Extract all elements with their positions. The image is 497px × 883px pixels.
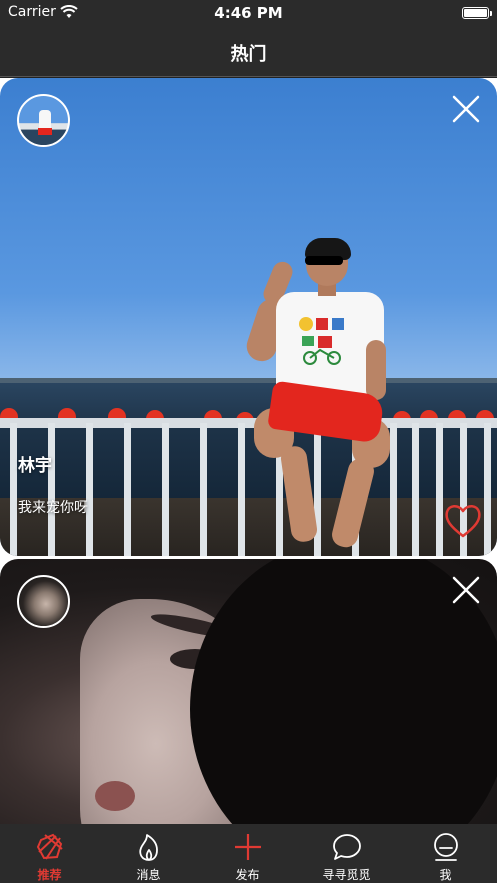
tab-bar: 推荐 消息 发布 寻寻觅觅 我 [0,824,497,883]
status-time: 4:46 PM [214,4,283,22]
avatar[interactable] [17,575,70,628]
tab-label: 我 [439,868,452,882]
heart-icon[interactable] [443,501,483,541]
tab-explore[interactable]: 寻寻觅觅 [297,824,396,883]
chat-bubble-icon [332,834,361,860]
user-name: 林宇 [18,456,52,476]
profile-photo [0,559,497,824]
tab-label: 发布 [235,868,260,882]
flame-icon [138,834,158,861]
tab-label: 推荐 [37,868,62,882]
avatar[interactable] [17,94,70,147]
profile-photo [0,78,497,556]
profile-card[interactable]: 林宇 我来宠你呀 [0,78,497,556]
plus-icon [234,834,261,860]
battery-icon [462,7,492,19]
tab-me[interactable]: 我 [396,824,495,883]
profile-icon [433,833,458,861]
tab-publish[interactable]: 发布 [198,824,297,883]
feed-list[interactable]: 林宇 我来宠你呀 [0,78,497,824]
profile-card[interactable] [0,559,497,824]
tab-messages[interactable]: 消息 [99,824,198,883]
page-title: 热门 [230,44,267,65]
status-bar: Carrier 4:46 PM [0,0,497,26]
tab-recommend[interactable]: 推荐 [0,824,99,883]
tab-label: 寻寻觅觅 [322,868,371,882]
user-bio: 我来宠你呀 [18,500,88,516]
nav-bar: 热门 [0,26,497,77]
close-icon[interactable] [451,94,481,124]
aperture-icon [36,833,63,860]
close-icon[interactable] [451,575,481,605]
tab-label: 消息 [136,868,161,882]
